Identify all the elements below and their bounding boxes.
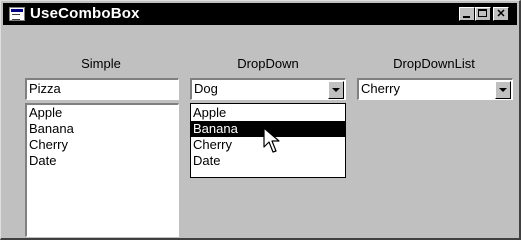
maximize-icon (478, 9, 487, 17)
list-item[interactable]: Date (27, 153, 178, 169)
app-icon[interactable] (9, 7, 25, 21)
minimize-button[interactable] (459, 7, 475, 21)
list-item[interactable]: Cherry (27, 137, 178, 153)
dropdown-arrow-button[interactable] (328, 81, 344, 99)
dropdown-label: DropDown (237, 56, 299, 71)
simple-label: Simple (81, 56, 121, 71)
close-button[interactable]: ✕ (493, 7, 509, 21)
mouse-pointer-icon (263, 127, 280, 153)
dropdownlist-value: Cherry (361, 81, 401, 96)
minimize-icon (463, 16, 470, 18)
list-item[interactable]: Banana (27, 121, 178, 137)
simple-combobox-input[interactable]: Pizza (25, 78, 179, 100)
dropdown-combobox-input[interactable]: Dog (194, 81, 218, 96)
usecombobox-window: UseComboBox ✕ Simple Pizza Apple Banana … (0, 0, 521, 240)
list-item[interactable]: Apple (191, 105, 345, 121)
list-item[interactable]: Apple (27, 105, 178, 121)
dropdownlist-arrow-button[interactable] (495, 81, 511, 99)
dropdownlist-combobox[interactable]: Cherry (357, 78, 513, 100)
list-item[interactable]: Date (191, 153, 345, 169)
window-title: UseComboBox (30, 5, 140, 22)
simple-combobox-list[interactable]: Apple Banana Cherry Date (25, 103, 179, 237)
dropdown-combobox[interactable]: Dog (190, 78, 346, 100)
dropdownlist-label: DropDownList (393, 56, 475, 71)
title-bar[interactable]: UseComboBox ✕ (3, 3, 517, 25)
maximize-button[interactable] (475, 7, 491, 21)
close-icon: ✕ (496, 8, 506, 20)
